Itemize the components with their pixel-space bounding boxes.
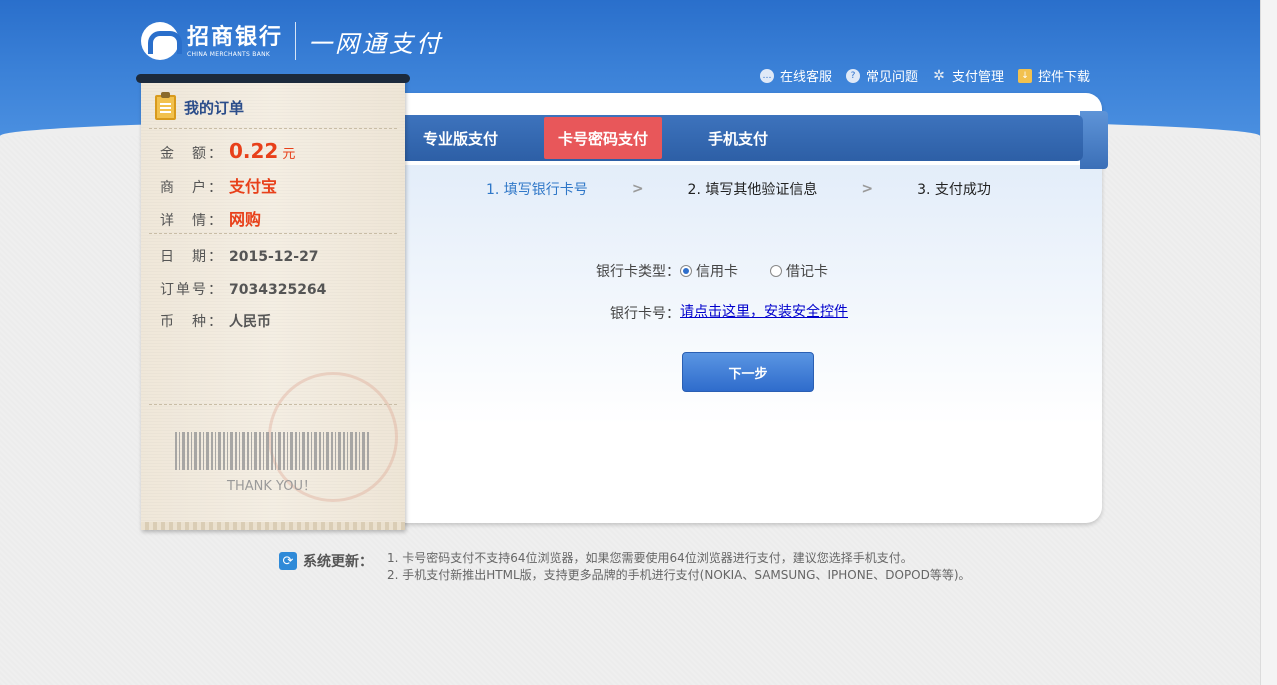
refresh-icon: ⟳: [279, 552, 297, 570]
tab-mobile-payment[interactable]: 手机支付: [694, 117, 782, 159]
system-update: ⟳ 系统更新： 1. 卡号密码支付不支持64位浏览器，如果您需要使用64位浏览器…: [279, 550, 971, 584]
radio-credit-card[interactable]: [680, 265, 692, 277]
amount-unit: 元: [282, 147, 296, 162]
gear-icon: ✲: [933, 67, 945, 84]
merchant-label: 商 户：: [160, 180, 224, 196]
step-1: 1. 填写银行卡号: [486, 182, 588, 198]
card-number-row: 银行卡号： 请点击这里，安装安全控件: [610, 299, 848, 323]
radio-debit-card[interactable]: [770, 265, 782, 277]
order-no-row: 订单号： 7034325264: [160, 279, 326, 299]
help-icon: ?: [846, 68, 861, 83]
debit-card-label[interactable]: 借记卡: [786, 261, 828, 281]
order-title: 我的订单: [184, 99, 245, 117]
install-security-control-link[interactable]: 请点击这里，安装安全控件: [680, 301, 848, 321]
tabbar-cap: [1080, 111, 1108, 169]
divider: [149, 233, 397, 234]
link-label: 支付管理: [952, 70, 1005, 85]
update-note: 1. 卡号密码支付不支持64位浏览器，如果您需要使用64位浏览器进行支付，建议您…: [387, 551, 913, 565]
date-value: 2015-12-27: [229, 249, 319, 265]
amount-label: 金 额：: [160, 146, 224, 162]
order-header: 我的订单: [155, 92, 245, 120]
bank-logo: 招商银行 CHINA MERCHANTS BANK 一网通支付: [141, 20, 443, 62]
link-label: 常见问题: [866, 70, 919, 85]
divider: [149, 128, 397, 129]
order-no-label: 订单号：: [160, 282, 224, 298]
amount-value: 0.22: [229, 139, 279, 163]
amount-row: 金 额： 0.22 元: [160, 139, 295, 163]
bank-name-en: CHINA MERCHANTS BANK: [187, 50, 271, 58]
step-2: 2. 填写其他验证信息: [687, 182, 818, 198]
link-payment-management[interactable]: ✲ 支付管理: [932, 66, 1005, 86]
logo-divider: [295, 22, 297, 60]
tab-card-password-payment[interactable]: 卡号密码支付: [544, 117, 663, 159]
system-update-notes: 1. 卡号密码支付不支持64位浏览器，如果您需要使用64位浏览器进行支付，建议您…: [387, 550, 971, 584]
bank-name-cn: 招商银行: [187, 23, 284, 50]
system-update-title: 系统更新：: [303, 554, 373, 570]
tab-professional-payment[interactable]: 专业版支付: [409, 117, 512, 159]
currency-row: 币 种： 人民币: [160, 311, 271, 331]
payment-tabs: 专业版支付 卡号密码支付 手机支付: [395, 115, 1083, 161]
currency-label: 币 种：: [160, 314, 224, 330]
link-label: 控件下载: [1038, 70, 1091, 85]
receipt-slot: [136, 74, 410, 83]
date-label: 日 期：: [160, 249, 224, 265]
card-type-row: 银行卡类型： 信用卡 借记卡: [596, 261, 828, 281]
link-online-service[interactable]: … 在线客服: [760, 66, 832, 85]
order-no-value: 7034325264: [229, 282, 327, 298]
divider: [149, 404, 397, 405]
credit-card-label[interactable]: 信用卡: [696, 261, 738, 281]
top-links: … 在线客服 ? 常见问题 ✲ 支付管理 ↓ 控件下载: [760, 66, 1090, 85]
merchant-value: 支付宝: [229, 177, 278, 196]
cmb-logo-icon: [141, 22, 182, 60]
card-number-label: 银行卡号：: [610, 306, 680, 322]
detail-label: 详 情：: [160, 213, 224, 229]
link-label: 在线客服: [780, 70, 833, 85]
chat-icon: …: [760, 68, 774, 83]
detail-value: 网购: [229, 210, 262, 229]
date-row: 日 期： 2015-12-27: [160, 246, 319, 266]
link-faq[interactable]: ? 常见问题: [846, 66, 918, 85]
clipboard-icon: [155, 92, 176, 120]
page-scrollbar[interactable]: [1260, 0, 1277, 685]
receipt-torn-edge: [141, 522, 405, 530]
barcode-image: [175, 432, 371, 470]
currency-value: 人民币: [229, 314, 271, 330]
step-3: 3. 支付成功: [917, 182, 991, 198]
thank-you-text: THANK YOU！: [227, 479, 316, 494]
card-type-label: 银行卡类型：: [596, 264, 680, 280]
next-step-button[interactable]: 下一步: [682, 352, 814, 392]
merchant-row: 商 户： 支付宝: [160, 173, 277, 197]
download-icon: ↓: [1018, 68, 1033, 83]
chevron-right-icon: >: [861, 181, 874, 197]
link-control-download[interactable]: ↓ 控件下载: [1018, 66, 1090, 85]
progress-steps: 1. 填写银行卡号 > 2. 填写其他验证信息 > 3. 支付成功: [486, 179, 991, 199]
update-note: 2. 手机支付新推出HTML版，支持更多品牌的手机进行支付(NOKIA、SAMS…: [387, 568, 971, 582]
product-name: 一网通支付: [308, 29, 444, 58]
detail-row: 详 情： 网购: [160, 206, 261, 230]
chevron-right-icon: >: [631, 181, 644, 197]
